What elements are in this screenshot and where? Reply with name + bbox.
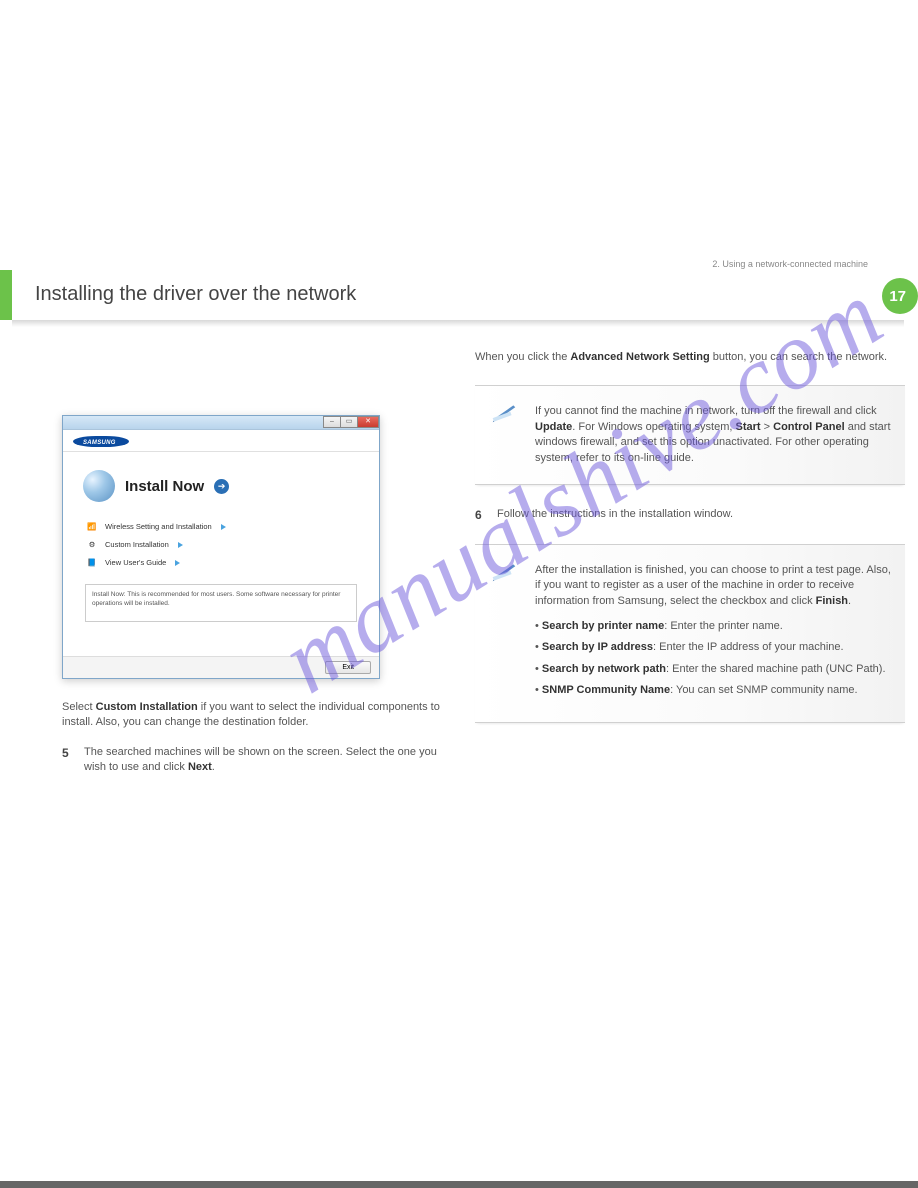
step-6: 6 Follow the instructions in the install… — [475, 507, 905, 524]
right-paragraph: When you click the Advanced Network Sett… — [475, 350, 905, 365]
brand-logo: SAMSUNG — [63, 430, 379, 452]
install-now-button[interactable]: Install Now ➔ — [83, 470, 365, 502]
chevron-right-icon — [221, 524, 226, 530]
titlebar: – ▭ ✕ — [63, 416, 379, 430]
custom-install-link[interactable]: ⚙ Custom Installation — [85, 538, 365, 552]
wireless-icon: 📶 — [85, 520, 99, 534]
step-number: 6 — [475, 507, 489, 524]
exit-button[interactable]: Exit — [325, 661, 371, 674]
close-button[interactable]: ✕ — [357, 416, 379, 428]
book-icon: 📘 — [85, 556, 99, 570]
arrow-right-icon: ➔ — [214, 479, 229, 494]
note-icon — [489, 396, 519, 426]
bullet-list: Search by printer name: Enter the printe… — [535, 619, 895, 699]
note-block-1: If you cannot find the machine in networ… — [475, 385, 905, 485]
wireless-label: Wireless Setting and Installation — [105, 522, 212, 533]
note-icon — [489, 555, 519, 585]
gear-icon: ⚙ — [85, 538, 99, 552]
description-box: Install Now: This is recommended for mos… — [85, 584, 357, 622]
install-now-label: Install Now — [125, 476, 204, 497]
note-block-2: After the installation is finished, you … — [475, 544, 905, 724]
chevron-right-icon — [175, 560, 180, 566]
maximize-button[interactable]: ▭ — [340, 416, 358, 428]
chevron-right-icon — [178, 542, 183, 548]
step-5: 5 The searched machines will be shown on… — [62, 745, 442, 776]
installer-footer: Exit — [63, 656, 379, 678]
section-label: 2. Using a network-connected machine — [712, 258, 868, 271]
page-number: 17 — [889, 286, 906, 307]
footer-bar — [0, 1181, 918, 1188]
minimize-button[interactable]: – — [323, 416, 341, 428]
guide-label: View User's Guide — [105, 558, 166, 569]
step-number: 5 — [62, 745, 76, 776]
view-guide-link[interactable]: 📘 View User's Guide — [85, 556, 365, 570]
left-paragraph: Select Custom Installation if you want t… — [62, 700, 442, 731]
page-title: Installing the driver over the network — [35, 280, 356, 308]
header-divider — [12, 320, 904, 327]
installer-window: – ▭ ✕ SAMSUNG Install Now ➔ 📶 Wireless S… — [62, 415, 380, 679]
globe-icon — [83, 470, 115, 502]
wireless-setting-link[interactable]: 📶 Wireless Setting and Installation — [85, 520, 365, 534]
accent-bar — [0, 270, 12, 320]
custom-label: Custom Installation — [105, 540, 169, 551]
